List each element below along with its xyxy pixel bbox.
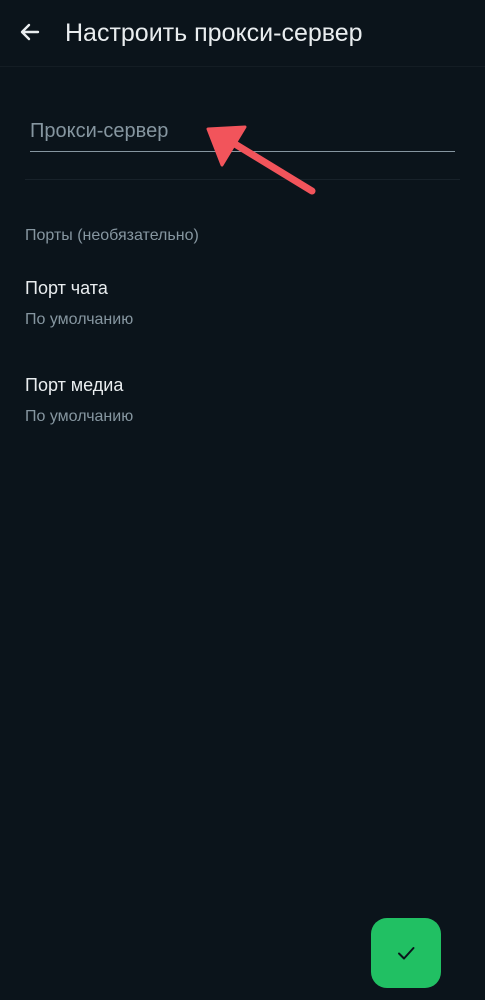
divider <box>25 179 460 180</box>
arrow-left-icon <box>20 23 40 41</box>
media-port-setting[interactable]: Порт медиа По умолчанию <box>0 375 485 455</box>
proxy-server-input[interactable] <box>30 113 455 149</box>
app-bar: Настроить прокси-сервер <box>0 0 485 67</box>
media-port-value: По умолчанию <box>25 408 134 425</box>
page-title: Настроить прокси-сервер <box>65 19 363 47</box>
chat-port-value: По умолчанию <box>25 311 134 328</box>
back-button[interactable] <box>12 14 48 50</box>
chat-port-setting[interactable]: Порт чата По умолчанию <box>0 278 485 358</box>
confirm-button[interactable] <box>371 918 441 988</box>
proxy-server-field[interactable] <box>30 113 455 152</box>
chat-port-label: Порт чата <box>25 278 108 298</box>
checkmark-icon <box>398 947 415 960</box>
media-port-label: Порт медиа <box>25 375 124 395</box>
ports-section-header: Порты (необязательно) <box>25 227 199 244</box>
